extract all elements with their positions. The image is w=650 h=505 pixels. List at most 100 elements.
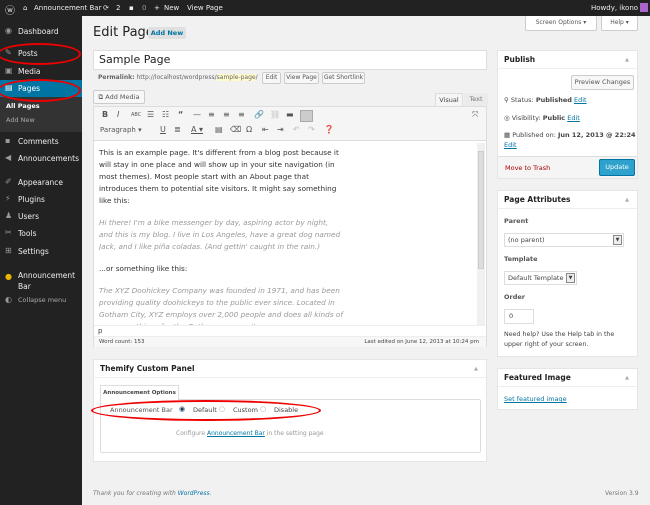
undo-icon[interactable]: ↶	[293, 125, 300, 134]
collapse-arrow-icon[interactable]: ▲	[474, 360, 478, 378]
sidebar-item-comments[interactable]: ▪ Comments	[0, 133, 82, 150]
read-more-icon[interactable]: ▬	[286, 110, 294, 119]
editor-content[interactable]: This is an example page. It's different …	[99, 147, 344, 325]
permalink-slug[interactable]: sample-page	[216, 74, 256, 81]
tab-visual[interactable]: Visual	[435, 93, 463, 106]
get-shortlink-button[interactable]: Get Shortlink	[322, 72, 365, 84]
format-select[interactable]: Paragraph ▾	[100, 126, 142, 134]
page-title: Edit Page	[93, 25, 154, 40]
editor-wrap: B I ABC ☰ ☷ “ — ≡ ≡ ≡ 🔗 ⛓ ▬ ⤧ Paragraph …	[93, 106, 487, 347]
align-left-icon[interactable]: ≡	[208, 110, 215, 119]
label: Dashboard	[18, 27, 59, 36]
label: Collapse menu	[18, 296, 67, 304]
publish-header[interactable]: Publish ▲	[498, 51, 637, 69]
admin-bar: ⓦ ⌂ Announcement Bar ⟳ 2 ▪ 0 + New View …	[0, 0, 650, 17]
update-button[interactable]: Update	[599, 159, 635, 176]
parent-select[interactable]: (no parent) ▼	[504, 233, 624, 247]
collapse-arrow-icon[interactable]: ▲	[625, 369, 629, 387]
settings-icon: ⊞	[5, 246, 12, 255]
sidebar-item-dashboard[interactable]: ◉ Dashboard	[0, 23, 82, 40]
wordpress-link[interactable]: WordPress	[178, 490, 210, 497]
label: Users	[18, 212, 40, 221]
howdy-link[interactable]: Howdy, ikono	[591, 4, 638, 12]
horizontal-rule-icon[interactable]: —	[193, 110, 201, 119]
numbered-list-icon[interactable]: ☷	[162, 110, 169, 119]
sidebar-item-tools[interactable]: ✂ Tools	[0, 225, 82, 242]
link-icon[interactable]: 🔗	[254, 110, 264, 119]
edit-permalink-button[interactable]: Edit	[262, 72, 281, 84]
tab-announcement-options[interactable]: Announcement Options	[100, 385, 179, 400]
sidebar-item-users[interactable]: ♟ Users	[0, 208, 82, 225]
wordpress-logo-icon[interactable]: ⓦ	[5, 2, 15, 17]
sidebar-item-appearance[interactable]: ✐ Appearance	[0, 174, 82, 191]
title-input[interactable]: Sample Page	[93, 50, 487, 70]
outdent-icon[interactable]: ⇤	[262, 125, 269, 134]
page-attributes-header[interactable]: Page Attributes ▲	[498, 191, 637, 209]
editor-scrollbar[interactable]	[477, 143, 485, 325]
text-color-icon[interactable]: A ▾	[191, 125, 203, 134]
unlink-icon[interactable]: ⛓	[270, 110, 280, 119]
status-row: ⚲ Status: Published Edit	[504, 96, 587, 104]
add-new-button[interactable]: Add New	[148, 27, 186, 39]
template-select[interactable]: Default Template ▼	[504, 271, 577, 285]
preview-changes-button[interactable]: Preview Changes	[571, 75, 634, 90]
scrollbar-thumb[interactable]	[478, 151, 484, 269]
justify-icon[interactable]: ≣	[174, 125, 181, 134]
edit-date-link[interactable]: Edit	[504, 141, 517, 149]
updates-icon[interactable]: ⟳	[103, 4, 109, 12]
italic-icon[interactable]: I	[117, 110, 119, 119]
edit-visibility-link[interactable]: Edit	[567, 114, 580, 122]
edit-status-link[interactable]: Edit	[574, 96, 587, 104]
align-right-icon[interactable]: ≡	[238, 110, 245, 119]
paste-text-icon[interactable]: ▤	[215, 125, 223, 134]
submenu-add-new[interactable]: Add New	[6, 116, 35, 124]
comments-count[interactable]: 0	[142, 4, 146, 12]
sidebar-item-announcements[interactable]: ◀ Announcements	[0, 150, 82, 167]
indent-icon[interactable]: ⇥	[277, 125, 284, 134]
order-input[interactable]: 0	[504, 309, 534, 324]
dashboard-icon: ◉	[5, 26, 12, 35]
toolbar-toggle-icon[interactable]	[300, 110, 313, 122]
blockquote-icon[interactable]: “	[178, 110, 183, 119]
add-media-button[interactable]: ⧉ Add Media	[93, 90, 145, 104]
fullscreen-icon[interactable]: ⤧	[472, 110, 478, 120]
sidebar-item-media[interactable]: ▣ Media	[0, 63, 82, 80]
themify-panel-header[interactable]: Themify Custom Panel ▲	[94, 360, 486, 378]
collapse-icon: ◐	[5, 295, 12, 304]
special-char-icon[interactable]: Ω	[246, 125, 252, 134]
underline-icon[interactable]: U	[160, 125, 166, 134]
announcement-icon: ●	[5, 272, 12, 281]
strikethrough-icon[interactable]: ABC	[131, 112, 141, 118]
avatar[interactable]	[640, 3, 648, 12]
collapse-arrow-icon[interactable]: ▲	[625, 51, 629, 69]
collapse-arrow-icon[interactable]: ▲	[625, 191, 629, 209]
site-name-link[interactable]: Announcement Bar	[34, 4, 101, 12]
pin-icon: ⚲	[504, 96, 509, 104]
align-center-icon[interactable]: ≡	[223, 110, 230, 119]
bullet-list-icon[interactable]: ☰	[147, 110, 154, 119]
help-button[interactable]: Help ▾	[601, 16, 638, 31]
editor-status-bar: Word count: 153 Last edited on June 12, …	[94, 336, 486, 347]
updates-count[interactable]: 2	[116, 4, 120, 12]
collapse-menu-button[interactable]: ◐ Collapse menu	[0, 292, 82, 309]
submenu-all-pages[interactable]: All Pages	[6, 102, 40, 110]
toolbar-row-2: Paragraph ▾ U ≣ A ▾ ▤ ⌫ Ω ⇤ ⇥ ↶ ↷ ❓	[94, 125, 486, 139]
view-page-button[interactable]: View Page	[284, 72, 319, 84]
view-page-link[interactable]: View Page	[187, 4, 223, 12]
sidebar-item-announcement-bar[interactable]: ● Announcement Bar	[0, 267, 82, 293]
tab-text[interactable]: Text	[464, 93, 488, 106]
screen-options-button[interactable]: Screen Options ▾	[525, 16, 597, 31]
set-featured-image-link[interactable]: Set featured image	[504, 395, 567, 403]
bold-icon[interactable]: B	[102, 110, 108, 119]
new-link[interactable]: New	[164, 4, 179, 12]
redo-icon[interactable]: ↷	[308, 125, 315, 134]
featured-image-header[interactable]: Featured Image ▲	[498, 369, 637, 387]
clear-format-icon[interactable]: ⌫	[230, 125, 241, 134]
sidebar-item-plugins[interactable]: ⚡ Plugins	[0, 191, 82, 208]
help-icon[interactable]: ❓	[324, 125, 334, 134]
move-to-trash-link[interactable]: Move to Trash	[505, 164, 550, 172]
comments-icon[interactable]: ▪	[129, 4, 134, 12]
label: Announcements	[18, 154, 79, 163]
sidebar-item-settings[interactable]: ⊞ Settings	[0, 243, 82, 260]
announcement-bar-settings-link[interactable]: Announcement Bar	[207, 430, 265, 437]
